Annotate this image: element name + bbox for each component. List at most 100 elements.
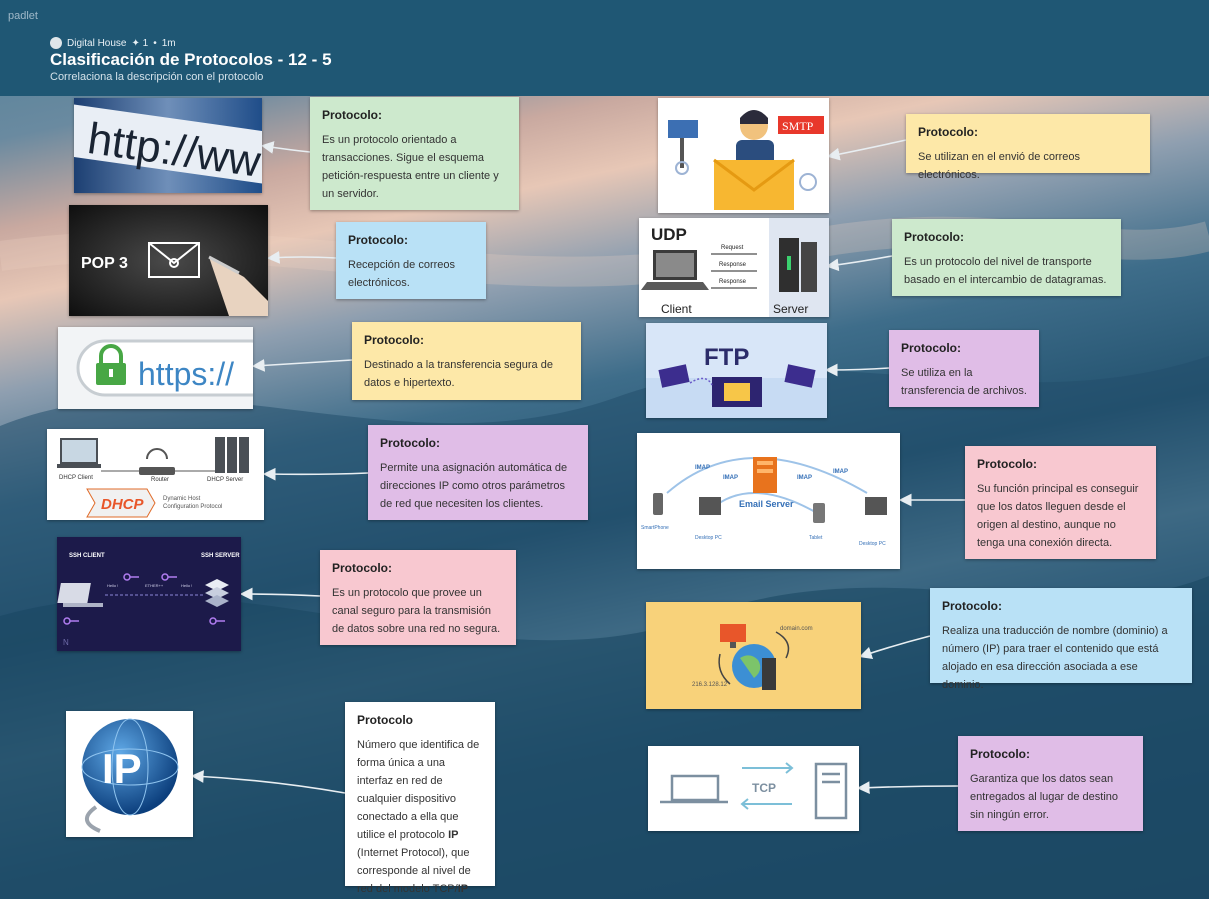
dhcp-logo: DHCP bbox=[101, 496, 144, 513]
card-text: Su función principal es conseguir que lo… bbox=[977, 483, 1139, 549]
svg-text:Tablet: Tablet bbox=[809, 535, 823, 541]
ssh-image[interactable]: SSH CLIENT SSH SERVER Hello ! ETHER++ He… bbox=[57, 537, 241, 651]
smtp-image[interactable]: SMTP bbox=[658, 98, 829, 213]
svg-text:Router: Router bbox=[151, 477, 169, 483]
svg-text:IMAP: IMAP bbox=[695, 465, 710, 471]
card-text: Garantiza que los datos sean entregados … bbox=[970, 773, 1118, 821]
svg-text:Server: Server bbox=[773, 302, 808, 316]
card-heading: Protocolo: bbox=[322, 108, 382, 122]
card-text: Se utilizan en el envió de correos elect… bbox=[918, 151, 1081, 181]
card-text: Se utiliza en la transferencia de archiv… bbox=[901, 367, 1027, 397]
email-server-icon bbox=[753, 457, 777, 493]
board-subtitle: Correlaciona la descripción con el proto… bbox=[50, 71, 264, 83]
card-heading: Protocolo bbox=[357, 713, 413, 727]
svg-text:Desktop PC: Desktop PC bbox=[695, 535, 722, 541]
desktop-icon bbox=[699, 497, 721, 515]
card-pop3[interactable]: Protocolo: Recepción de correos electrón… bbox=[336, 222, 486, 299]
server-stack-icon bbox=[205, 579, 229, 607]
connector-tcp bbox=[856, 781, 959, 795]
card-udp[interactable]: Protocolo: Es un protocolo del nivel de … bbox=[892, 219, 1121, 296]
card-heading: Protocolo: bbox=[977, 457, 1037, 471]
card-https[interactable]: Protocolo: Destinado a la transferencia … bbox=[352, 322, 581, 400]
svg-text:Response: Response bbox=[719, 262, 747, 268]
card-text: Permite una asignación automática de dir… bbox=[380, 462, 568, 510]
connector-ssh bbox=[239, 587, 321, 601]
svg-text:Response: Response bbox=[719, 279, 747, 285]
card-text: Destinado a la transferencia segura de d… bbox=[364, 359, 553, 389]
udp-image[interactable]: UDP Client Request Response Response Ser… bbox=[639, 218, 829, 317]
card-smtp[interactable]: Protocolo: Se utilizan en el envió de co… bbox=[906, 114, 1150, 181]
connector-pop3 bbox=[266, 250, 337, 264]
dns-image[interactable]: domain.com 216.3.128.12 bbox=[646, 602, 861, 709]
timestamp: 1m bbox=[161, 37, 176, 49]
svg-text:Configuration Protocol: Configuration Protocol bbox=[163, 504, 222, 510]
connector-dns bbox=[858, 635, 931, 660]
pop3-text: POP 3 bbox=[81, 255, 128, 272]
card-http[interactable]: Protocolo: Es un protocolo orientado a t… bbox=[310, 97, 519, 210]
avatar[interactable] bbox=[50, 37, 62, 49]
https-image[interactable]: https:// bbox=[58, 327, 253, 409]
padlet-logo[interactable]: padlet bbox=[8, 10, 38, 22]
card-text: Es un protocolo orientado a transaccione… bbox=[322, 134, 499, 200]
laptop-icon bbox=[57, 438, 101, 468]
svg-text:Hello !: Hello ! bbox=[107, 583, 118, 588]
svg-text:Email Server: Email Server bbox=[739, 499, 794, 509]
svg-text:Request: Request bbox=[721, 245, 744, 251]
tcp-text: TCP bbox=[752, 781, 776, 795]
card-heading: Protocolo: bbox=[348, 233, 408, 247]
tcp-image[interactable]: TCP bbox=[648, 746, 859, 831]
svg-text:Hello !: Hello ! bbox=[181, 583, 192, 588]
contributors-count: ✦ 1 bbox=[131, 37, 149, 49]
card-text: Es un protocolo del nivel de transporte … bbox=[904, 256, 1107, 286]
svg-text:Dynamic Host: Dynamic Host bbox=[163, 496, 201, 502]
card-heading: Protocolo: bbox=[364, 333, 424, 347]
ftp-text: FTP bbox=[704, 344, 749, 371]
card-heading: Protocolo: bbox=[918, 125, 978, 139]
http-image[interactable]: http://ww bbox=[74, 98, 262, 193]
envelope-icon bbox=[713, 158, 795, 210]
card-heading: Protocolo: bbox=[332, 561, 392, 575]
connector-smtp bbox=[826, 139, 907, 161]
pop3-image[interactable]: POP 3 bbox=[69, 205, 268, 316]
author-name[interactable]: Digital House bbox=[67, 38, 126, 49]
card-ssh[interactable]: Protocolo: Es un protocolo que provee un… bbox=[320, 550, 516, 645]
connector-https bbox=[251, 358, 353, 372]
card-ip[interactable]: Protocolo Número que identifica de forma… bbox=[345, 702, 495, 895]
card-ftp[interactable]: Protocolo: Se utiliza en la transferenci… bbox=[889, 330, 1039, 407]
card-text: Recepción de correos electrónicos. bbox=[348, 259, 456, 289]
card-text: Número que identifica de forma única a u… bbox=[357, 739, 480, 895]
svg-text:SmartPhone: SmartPhone bbox=[641, 525, 669, 531]
connector-ip bbox=[190, 770, 346, 794]
svg-text:IMAP: IMAP bbox=[833, 469, 848, 475]
card-heading: Protocolo: bbox=[970, 747, 1030, 761]
server-icon bbox=[215, 437, 249, 473]
card-tcp[interactable]: Protocolo: Garantiza que los datos sean … bbox=[958, 736, 1143, 831]
svg-text:domain.com: domain.com bbox=[780, 626, 813, 632]
svg-text:ETHER++: ETHER++ bbox=[145, 583, 164, 588]
imap-image[interactable]: IMAP IMAP IMAP IMAP Email Server SmartPh… bbox=[637, 433, 900, 569]
dhcp-image[interactable]: DHCP Client Router DHCP Server DHCP Dyna… bbox=[47, 429, 264, 520]
svg-text:IMAP: IMAP bbox=[723, 475, 738, 481]
desktop-icon bbox=[865, 497, 887, 515]
card-dns[interactable]: Protocolo: Realiza una traducción de nom… bbox=[930, 588, 1192, 691]
tablet-icon bbox=[813, 503, 825, 523]
card-heading: Protocolo: bbox=[901, 341, 961, 355]
server-icon bbox=[762, 658, 776, 690]
board-meta: Digital House ✦ 1 • 1m bbox=[50, 37, 176, 49]
meta-separator: • bbox=[153, 37, 157, 49]
svg-text:Desktop PC: Desktop PC bbox=[859, 541, 886, 547]
card-ip-routing[interactable]: Protocolo: Su función principal es conse… bbox=[965, 446, 1156, 559]
svg-text:DHCP Server: DHCP Server bbox=[207, 477, 243, 483]
card-heading: Protocolo: bbox=[942, 599, 1002, 613]
card-dhcp[interactable]: Protocolo: Permite una asignación automá… bbox=[368, 425, 588, 520]
card-heading: Protocolo: bbox=[904, 230, 964, 244]
svg-text:DHCP Client: DHCP Client bbox=[59, 475, 93, 481]
ftp-image[interactable]: FTP bbox=[646, 323, 827, 418]
smartphone-icon bbox=[653, 493, 663, 515]
card-text: Es un protocolo que provee un canal segu… bbox=[332, 587, 501, 635]
ip-image[interactable]: IP bbox=[66, 711, 193, 837]
connector-udp bbox=[825, 255, 893, 272]
ip-text: IP bbox=[102, 745, 142, 792]
svg-text:N: N bbox=[63, 638, 69, 647]
board-header: padlet Digital House ✦ 1 • 1m Clasificac… bbox=[0, 0, 1209, 96]
